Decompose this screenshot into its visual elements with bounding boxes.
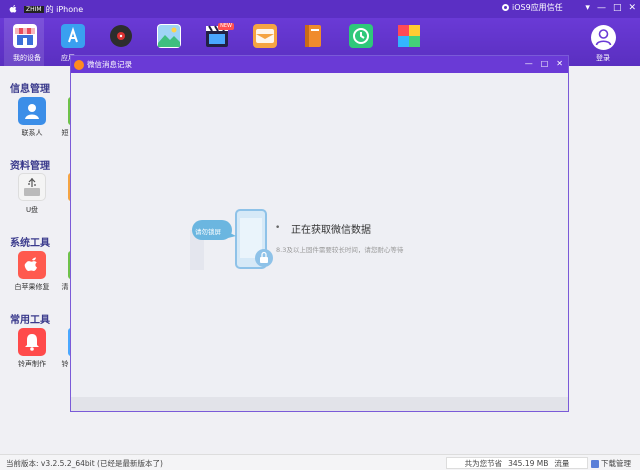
books-icon	[305, 25, 321, 47]
user-avatar-icon	[595, 29, 612, 46]
traffic-saved-box: 共为您节省 345.19 MB 流量	[446, 457, 588, 469]
usb-drive-label: U盘	[25, 206, 39, 214]
tiles-tab[interactable]	[397, 24, 421, 48]
trust-icon	[502, 4, 509, 11]
traffic-saved-prefix: 共为您节省	[464, 458, 503, 468]
section-title-common: 常用工具	[10, 315, 50, 326]
bell-icon	[25, 334, 39, 351]
tiles-icon	[398, 25, 420, 47]
title-bar: ZHIM 的 iPhone iOS9应用信任 ▾ — □ ✕	[0, 0, 640, 18]
ringtone-maker-label: 铃声制作	[18, 360, 46, 368]
ringtone-maker-button[interactable]	[18, 328, 46, 356]
apple-repair-button[interactable]	[18, 251, 46, 279]
loading-indicator: •	[275, 223, 281, 233]
window-controls: ▾ — □ ✕	[585, 2, 636, 15]
device-name-tag: ZHIM	[24, 5, 44, 13]
dialog-footer	[71, 397, 568, 411]
apple-repair-label: 白苹果修复	[14, 283, 50, 291]
do-not-lock-bubble: 请勿锁屏	[195, 228, 221, 236]
dialog-minimize-button[interactable]: —	[525, 58, 533, 70]
ios9-trust-button[interactable]: iOS9应用信任	[502, 2, 563, 13]
my-device-tab[interactable]	[13, 24, 37, 48]
dialog-maximize-button[interactable]: □	[541, 58, 549, 70]
photos-icon	[158, 25, 180, 47]
new-badge: NEW	[218, 23, 234, 30]
minimize-button[interactable]: —	[597, 2, 606, 15]
contacts-icon	[25, 104, 39, 119]
section-title-system: 系统工具	[10, 238, 50, 249]
contacts-button[interactable]	[18, 97, 46, 125]
music-disc-icon	[110, 25, 132, 47]
app-logo-icon	[74, 59, 84, 70]
usb-drive-icon	[24, 178, 40, 196]
contacts-label: 联系人	[21, 129, 43, 137]
phone-lock-illustration	[190, 209, 273, 270]
dialog-title: 微信消息记录	[87, 60, 132, 69]
wallet-tab[interactable]	[253, 24, 277, 48]
section-title-data: 资料管理	[10, 161, 50, 172]
menu-dropdown-button[interactable]: ▾	[585, 2, 590, 15]
login-label: 登录	[596, 54, 610, 62]
my-device-label: 我的设备	[13, 54, 41, 62]
device-name[interactable]: 的 iPhone	[46, 4, 84, 15]
apple-repair-icon	[24, 257, 37, 271]
sync-tab[interactable]	[349, 24, 373, 48]
traffic-saved-suffix: 流量	[554, 458, 570, 468]
apps-tab[interactable]	[61, 24, 85, 48]
traffic-saved-value: 345.19 MB	[508, 458, 549, 468]
apple-icon	[9, 5, 17, 13]
wechat-records-dialog: 微信消息记录 — □ ✕ 请勿锁屏 • 正在获取微信数据 8.3及以上固件需要较…	[70, 55, 569, 412]
maximize-button[interactable]: □	[613, 2, 622, 15]
ios9-trust-label: iOS9应用信任	[512, 3, 563, 12]
login-button[interactable]	[591, 25, 616, 50]
loading-subtitle: 8.3及以上固件需要较长时间，请您耐心等待	[276, 246, 404, 254]
download-manager-button[interactable]: 下载管理	[591, 458, 631, 469]
photos-tab[interactable]	[157, 24, 181, 48]
wallet-icon	[256, 29, 274, 43]
version-info: 当前版本: v3.2.5.2_64bit (已经是最新版本了)	[6, 459, 163, 468]
store-icon	[15, 28, 35, 45]
dialog-close-button[interactable]: ✕	[556, 58, 563, 70]
music-tab[interactable]	[109, 24, 133, 48]
download-manager-label: 下载管理	[601, 459, 631, 468]
books-tab[interactable]	[301, 24, 325, 48]
dialog-title-bar[interactable]: 微信消息记录 — □ ✕	[71, 56, 568, 73]
app-store-icon	[68, 26, 78, 43]
usb-drive-button[interactable]	[18, 173, 46, 201]
sync-icon	[353, 28, 369, 44]
status-bar: 当前版本: v3.2.5.2_64bit (已经是最新版本了) 共为您节省 34…	[0, 454, 640, 470]
dialog-window-controls: — □ ✕	[525, 58, 563, 70]
section-title-info: 信息管理	[10, 84, 50, 95]
download-icon	[591, 459, 599, 468]
close-button[interactable]: ✕	[628, 2, 636, 15]
loading-title: 正在获取微信数据	[291, 225, 371, 236]
